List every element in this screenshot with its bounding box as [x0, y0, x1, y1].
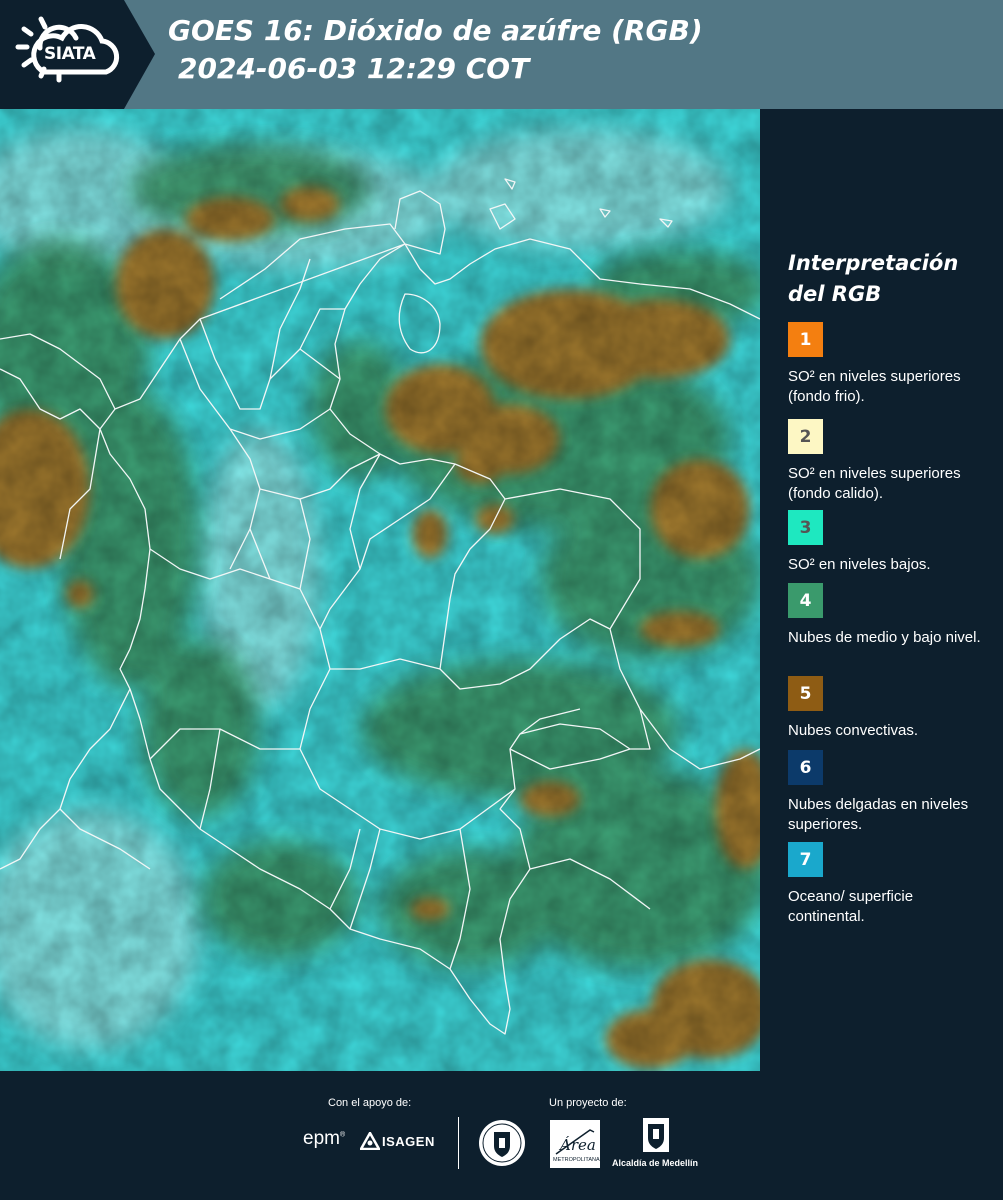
legend-item-2: 2 SO² en niveles superiores (fondo calid… — [788, 419, 988, 504]
legend-number: 2 — [799, 426, 812, 447]
legend-text: SO² en niveles superiores (fondo frio). — [788, 368, 961, 405]
legend-text: SO² en niveles superiores (fondo calido)… — [788, 465, 961, 502]
legend-number: 7 — [799, 849, 812, 870]
legend-title: Interpretación del RGB — [788, 248, 988, 310]
logo-tab: SIATA — [0, 0, 155, 109]
alcaldia-crest-icon — [643, 1118, 669, 1152]
legend-item-3: 3 SO² en niveles bajos. — [788, 510, 988, 575]
legend-text: Nubes de medio y bajo nivel. — [788, 629, 981, 646]
legend-swatch: 2 — [788, 419, 823, 454]
legend-number: 6 — [799, 757, 812, 778]
area-metropolitana-logo: Área METROPOLITANA — [550, 1120, 600, 1168]
medellin-seal-icon — [479, 1120, 525, 1166]
legend-text: Nubes convectivas. — [788, 722, 919, 739]
legend-swatch: 6 — [788, 750, 823, 785]
legend-item-7: 7 Oceano/ superficie continental. — [788, 842, 988, 927]
legend-item-1: 1 SO² en niveles superiores (fondo frio)… — [788, 322, 988, 407]
legend-item-5: 5 Nubes convectivas. — [788, 676, 988, 741]
legend-number: 3 — [799, 517, 812, 538]
legend-text: Nubes delgadas en niveles superiores. — [788, 796, 969, 833]
legend-swatch: 7 — [788, 842, 823, 877]
isagen-logo-text: ISAGEN — [382, 1134, 435, 1149]
legend-item-4: 4 Nubes de medio y bajo nivel. — [788, 583, 988, 648]
legend-title-line-2: del RGB — [788, 282, 882, 306]
legend-text: SO² en niveles bajos. — [788, 556, 931, 573]
metro-name: Área — [558, 1136, 596, 1154]
legend-number: 5 — [799, 683, 812, 704]
legend-text: Oceano/ superficie continental. — [788, 888, 914, 925]
footer-divider — [458, 1117, 459, 1169]
page-title: GOES 16: Dióxido de azúfre (RGB) 2024-06… — [168, 12, 703, 88]
project-label: Un proyecto de: — [549, 1097, 627, 1109]
title-line-1: GOES 16: Dióxido de azúfre (RGB) — [168, 14, 703, 47]
legend-swatch: 4 — [788, 583, 823, 618]
satellite-image — [0, 109, 760, 1071]
legend-item-6: 6 Nubes delgadas en niveles superiores. — [788, 750, 988, 835]
logo-text: SIATA — [44, 44, 96, 64]
support-label: Con el apoyo de: — [328, 1097, 412, 1109]
legend-number: 1 — [799, 329, 812, 350]
isagen-triangle-icon — [360, 1132, 380, 1150]
title-line-2: 2024-06-03 12:29 COT — [178, 52, 530, 85]
legend-swatch: 5 — [788, 676, 823, 711]
legend-title-line-1: Interpretación — [788, 251, 959, 275]
satellite-map[interactable] — [0, 109, 760, 1071]
alcaldia-text: Alcaldía de Medellín — [612, 1158, 699, 1168]
legend-swatch: 1 — [788, 322, 823, 357]
epm-logo-text: epm — [303, 1128, 340, 1149]
epm-logo: epm® — [303, 1128, 346, 1149]
legend-swatch: 3 — [788, 510, 823, 545]
legend-number: 4 — [799, 590, 812, 611]
metro-sub: METROPOLITANA — [553, 1157, 600, 1163]
